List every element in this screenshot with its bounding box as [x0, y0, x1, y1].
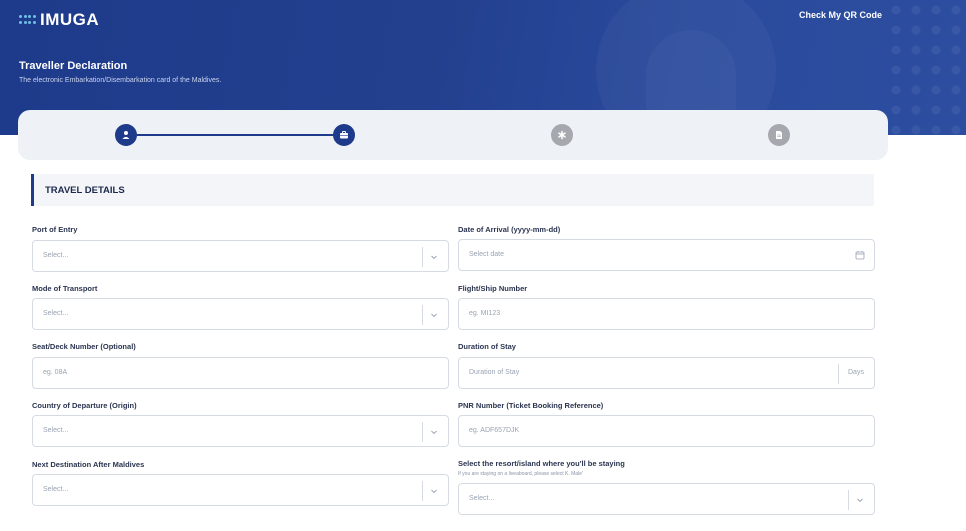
banner-dot-pattern	[886, 0, 966, 135]
step-travel[interactable]	[333, 124, 355, 146]
input-separator	[838, 364, 839, 384]
port-of-entry-select[interactable]: Select...	[32, 240, 449, 272]
select-separator	[422, 422, 423, 442]
mode-of-transport-label: Mode of Transport	[32, 284, 98, 293]
page-title: Traveller Declaration	[19, 60, 128, 72]
step-health[interactable]	[551, 124, 573, 146]
resort-island-placeholder: Select...	[469, 495, 495, 502]
port-of-entry-placeholder: Select...	[43, 252, 69, 259]
step-declaration[interactable]	[768, 124, 790, 146]
duration-of-stay-label: Duration of Stay	[458, 342, 516, 351]
select-separator	[422, 481, 423, 501]
mode-of-transport-placeholder: Select...	[43, 310, 69, 317]
chevron-down-icon[interactable]	[429, 486, 439, 496]
check-qr-code-link[interactable]: Check My QR Code	[799, 10, 882, 20]
resort-island-hint: If you are staying on a liveaboard, plea…	[458, 471, 583, 477]
next-destination-placeholder: Select...	[43, 486, 69, 493]
stepper-progress-line	[137, 134, 351, 136]
country-of-departure-label: Country of Departure (Origin)	[32, 401, 137, 410]
country-of-departure-placeholder: Select...	[43, 427, 69, 434]
port-of-entry-label: Port of Entry	[32, 225, 78, 234]
next-destination-select[interactable]: Select...	[32, 474, 449, 506]
pnr-number-placeholder: eg. ADF657DJK	[469, 427, 520, 434]
seat-number-label: Seat/Deck Number (Optional)	[32, 342, 136, 351]
flight-number-placeholder: eg. MI123	[469, 310, 501, 317]
flight-number-label: Flight/Ship Number	[458, 284, 528, 293]
asterisk-icon	[558, 130, 566, 140]
logo-text: IMUGA	[40, 10, 100, 29]
section-title: TRAVEL DETAILS	[45, 185, 125, 196]
logo-mark-icon	[19, 14, 36, 26]
country-of-departure-select[interactable]: Select...	[32, 415, 449, 447]
user-icon	[122, 131, 130, 139]
date-of-arrival-label: Date of Arrival (yyyy-mm-dd)	[458, 225, 561, 234]
section-header: TRAVEL DETAILS	[31, 174, 874, 206]
date-of-arrival-placeholder: Select date	[469, 251, 505, 258]
duration-of-stay-input[interactable]: Duration of Stay Days	[458, 357, 875, 389]
logo[interactable]: IMUGA	[19, 10, 99, 30]
days-suffix: Days	[848, 369, 864, 376]
progress-stepper	[18, 110, 888, 160]
resort-island-label: Select the resort/island where you'll be…	[458, 459, 625, 468]
seat-number-placeholder: eg. 08A	[43, 369, 68, 376]
seat-number-input[interactable]: eg. 08A	[32, 357, 449, 389]
chevron-down-icon[interactable]	[429, 427, 439, 437]
next-destination-label: Next Destination After Maldives	[32, 460, 145, 469]
duration-of-stay-placeholder: Duration of Stay	[469, 369, 520, 376]
page-subtitle: The electronic Embarkation/Disembarkatio…	[19, 77, 222, 84]
select-separator	[422, 305, 423, 325]
chevron-down-icon[interactable]	[855, 495, 865, 505]
date-of-arrival-input[interactable]: Select date	[458, 239, 875, 271]
calendar-icon[interactable]	[855, 250, 865, 260]
select-separator	[848, 490, 849, 510]
flight-number-input[interactable]: eg. MI123	[458, 298, 875, 330]
briefcase-icon	[340, 131, 348, 139]
resort-island-select[interactable]: Select...	[458, 483, 875, 515]
pnr-number-label: PNR Number (Ticket Booking Reference)	[458, 401, 604, 410]
chevron-down-icon[interactable]	[429, 310, 439, 320]
step-personal[interactable]	[115, 124, 137, 146]
mode-of-transport-select[interactable]: Select...	[32, 298, 449, 330]
select-separator	[422, 247, 423, 267]
pnr-number-input[interactable]: eg. ADF657DJK	[458, 415, 875, 447]
chevron-down-icon[interactable]	[429, 252, 439, 262]
document-icon	[776, 131, 782, 139]
